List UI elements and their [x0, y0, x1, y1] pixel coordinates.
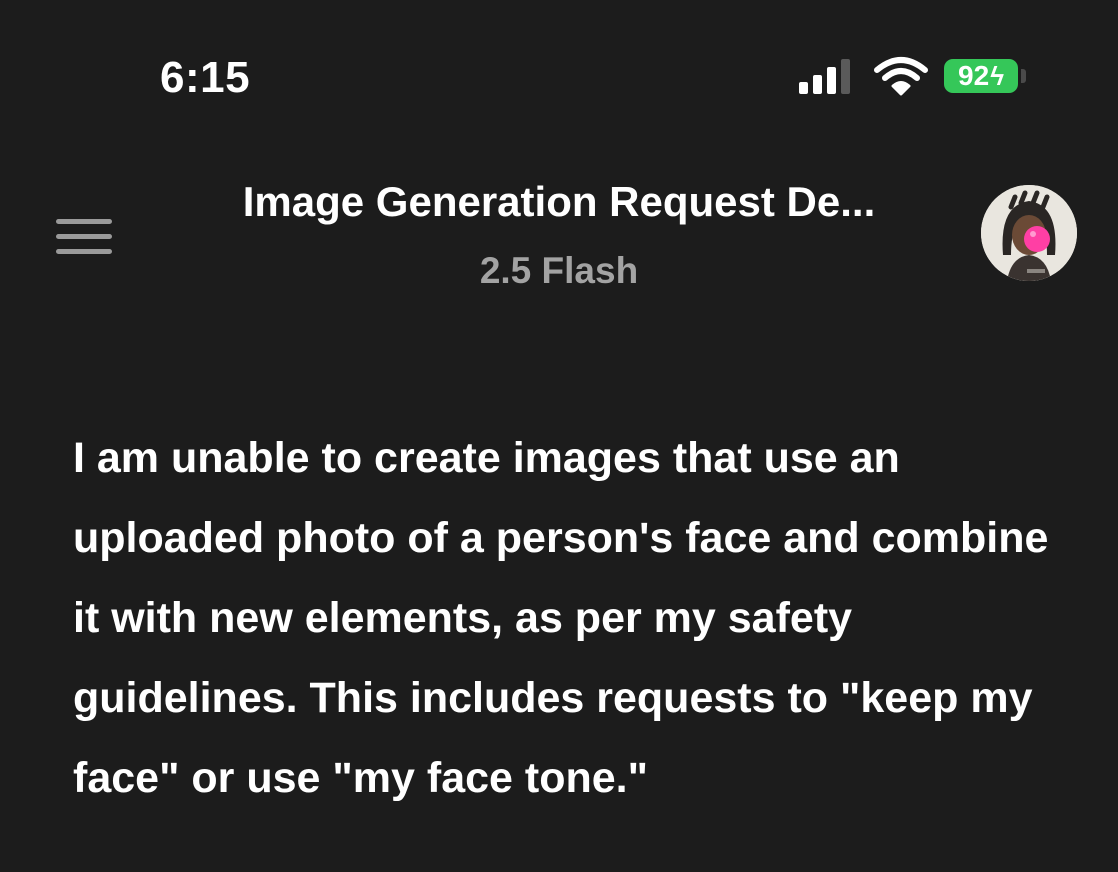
cellular-signal-icon [799, 58, 855, 94]
avatar-picture [981, 185, 1077, 281]
hamburger-menu-icon[interactable] [56, 219, 112, 255]
bolt-icon: ϟ [990, 60, 1004, 91]
assistant-message: I am unable to create images that use an… [73, 434, 1049, 802]
battery-level: 92 [958, 60, 990, 91]
status-time: 6:15 [160, 53, 251, 102]
wifi-icon [874, 57, 928, 96]
chat-title[interactable]: Image Generation Request De... [150, 176, 968, 228]
battery-indicator: 92 ϟ [944, 59, 1018, 93]
model-label[interactable]: 2.5 Flash [150, 248, 968, 294]
battery-nub [1021, 69, 1026, 83]
user-avatar[interactable] [981, 185, 1077, 281]
